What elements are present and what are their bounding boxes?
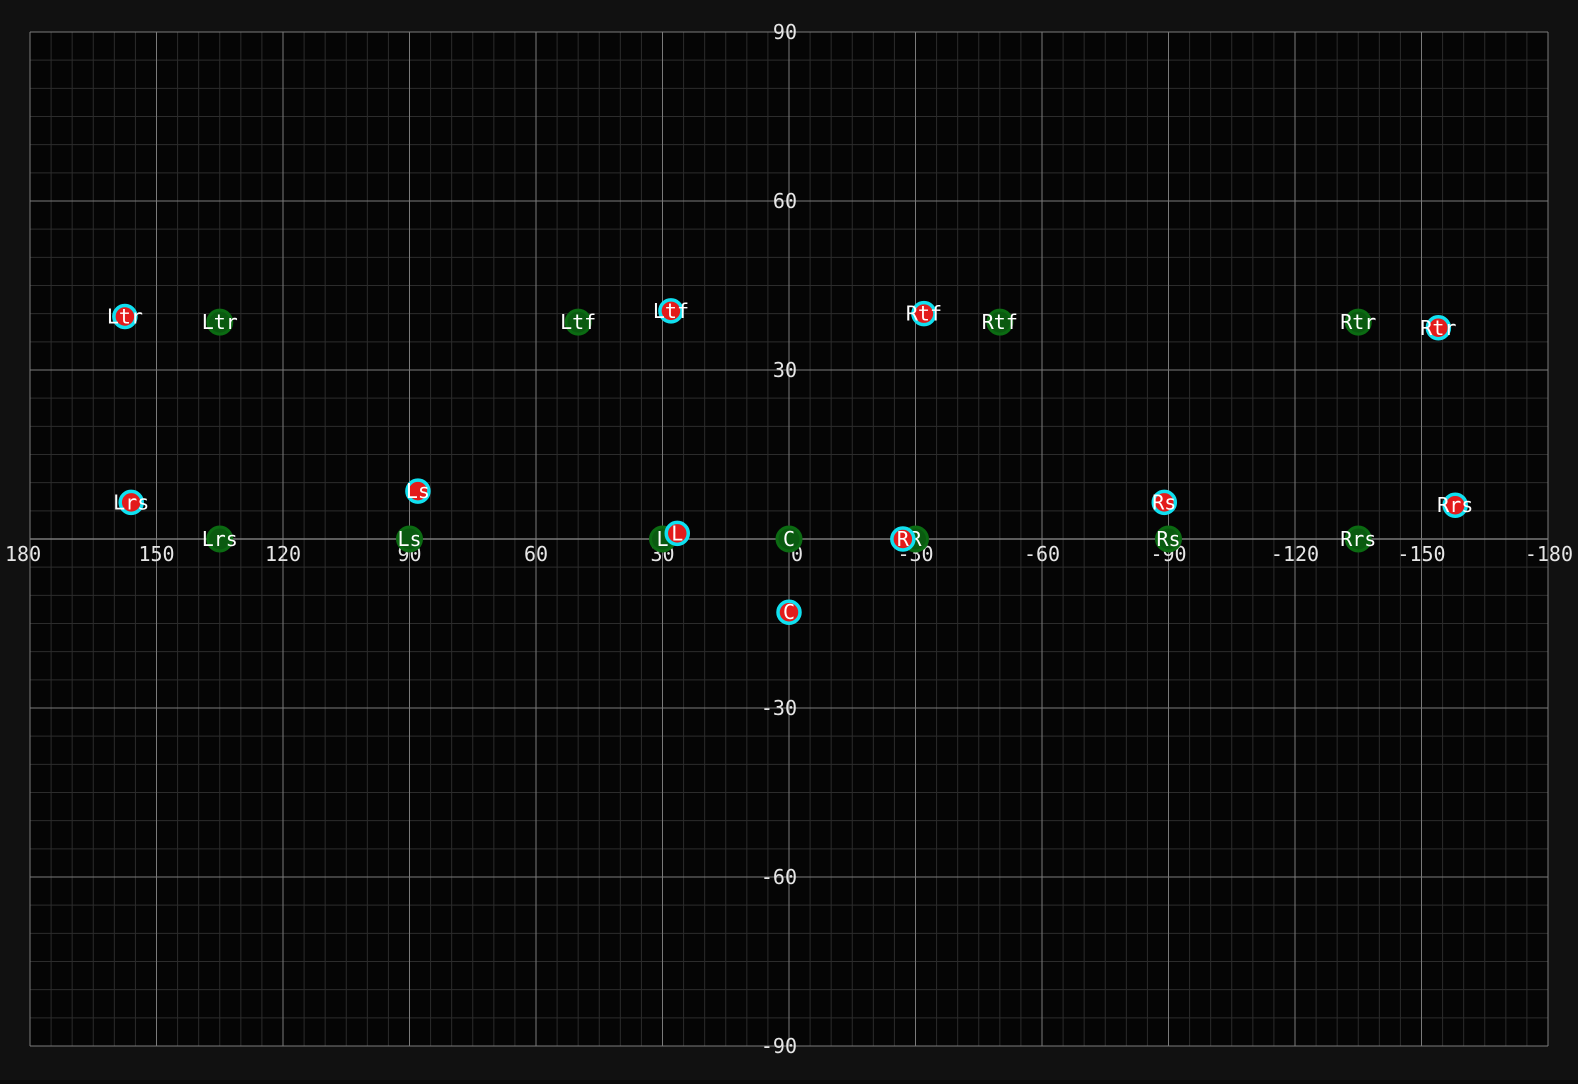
reference-marker-ltf[interactable]: Ltf: [560, 308, 596, 336]
reference-marker-label: Rs: [1156, 527, 1180, 551]
measured-marker-c[interactable]: C: [776, 599, 802, 625]
reference-marker-rtf[interactable]: Rtf: [982, 308, 1018, 336]
measured-marker-label: R: [897, 527, 910, 551]
x-tick-label: 150: [138, 542, 174, 566]
reference-marker-label: Rtf: [982, 310, 1018, 334]
x-tick-label: 120: [265, 542, 301, 566]
reference-marker-lrs[interactable]: Lrs: [202, 525, 238, 553]
measured-marker-rs[interactable]: Rs: [1151, 489, 1178, 516]
x-tick-label: 60: [524, 542, 548, 566]
y-tick-label: 60: [773, 189, 797, 213]
reference-marker-label: Lrs: [202, 527, 238, 551]
measured-marker-rrs[interactable]: Rrs: [1437, 492, 1473, 518]
speaker-position-plot[interactable]: 180 150 120 90 60 30 0 -30 -60 -90 -120 -150 -180906…: [0, 0, 1578, 1080]
measured-marker-rtf[interactable]: Rtf: [906, 300, 942, 327]
y-tick-label: -60: [761, 865, 797, 889]
x-tick-label: -180: [1525, 542, 1573, 566]
y-tick-label: -90: [761, 1034, 797, 1058]
measured-marker-r[interactable]: R: [890, 526, 916, 552]
measured-marker-lrs[interactable]: Lrs: [113, 489, 149, 516]
reference-marker-label: Ltr: [202, 310, 238, 334]
y-tick-label: 90: [773, 20, 797, 44]
y-tick-label: -30: [761, 696, 797, 720]
x-tick-label: -120: [1271, 542, 1319, 566]
reference-marker-rs[interactable]: Rs: [1155, 525, 1182, 553]
measured-marker-ls[interactable]: Ls: [405, 478, 431, 504]
reference-marker-ls[interactable]: Ls: [396, 525, 423, 553]
measured-marker-ltf[interactable]: Ltf: [653, 298, 689, 324]
reference-marker-label: Ltf: [560, 310, 596, 334]
measured-marker-l[interactable]: L: [664, 520, 691, 547]
reference-marker-label: Rrs: [1340, 527, 1376, 551]
measured-marker-ltr[interactable]: Ltr: [107, 303, 143, 330]
x-tick-label: -60: [1024, 542, 1060, 566]
measured-marker-label: Lrs: [113, 490, 149, 514]
x-tick-label: 180: [5, 542, 41, 566]
reference-marker-label: Rtr: [1340, 310, 1376, 334]
reference-marker-rrs[interactable]: Rrs: [1340, 525, 1376, 553]
measured-marker-label: Rtr: [1420, 316, 1456, 340]
x-tick-label: -150: [1397, 542, 1445, 566]
reference-marker-label: C: [783, 527, 795, 551]
y-tick-label: 30: [773, 358, 797, 382]
speaker-position-chart: 180 150 120 90 60 30 0 -30 -60 -90 -120 -150 -180 90 6…: [0, 0, 1578, 1080]
measured-marker-label: Rrs: [1437, 493, 1473, 517]
measured-marker-label: L: [671, 521, 683, 545]
measured-marker-label: Rtf: [906, 302, 942, 326]
measured-marker-label: Ls: [406, 479, 430, 503]
measured-marker-rtr[interactable]: Rtr: [1420, 315, 1456, 341]
measured-marker-label: Ltr: [107, 304, 143, 328]
reference-marker-rtr[interactable]: Rtr: [1340, 308, 1376, 336]
measured-marker-label: Rs: [1152, 490, 1176, 514]
reference-marker-c[interactable]: C: [775, 525, 803, 553]
reference-marker-ltr[interactable]: Ltr: [202, 308, 238, 336]
measured-marker-label: C: [783, 600, 795, 624]
reference-marker-label: Ls: [397, 527, 421, 551]
measured-marker-label: Ltf: [653, 299, 689, 323]
